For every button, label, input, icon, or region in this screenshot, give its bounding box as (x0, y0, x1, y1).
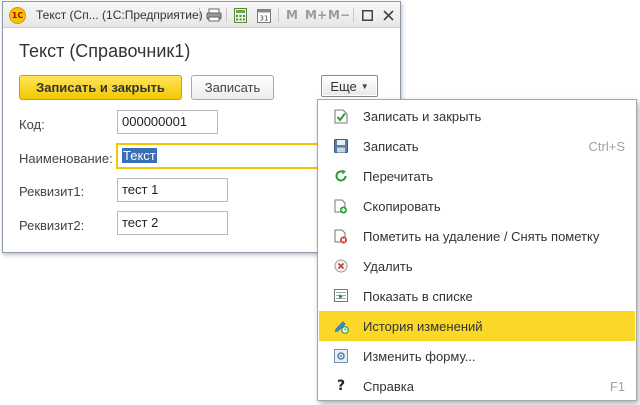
attr1-label: Реквизит1: (19, 184, 85, 199)
window-titlebar[interactable]: 1С Текст (Сп... (1С:Предприятие) 31 M M+… (3, 2, 400, 28)
menu-item-label: Изменить форму... (363, 348, 476, 364)
menu-item-label: Записать и закрыть (363, 108, 482, 124)
app-logo-icon[interactable]: 1С (9, 7, 26, 24)
delete-icon (333, 258, 349, 274)
help-icon: ? (336, 378, 346, 394)
memory-minus-button[interactable]: M− (328, 7, 350, 23)
name-label: Наименование: (19, 151, 113, 166)
menu-item-label: Пометить на удаление / Снять пометку (363, 228, 600, 244)
menu-item-label: Показать в списке (363, 288, 473, 304)
mark-delete-icon (333, 228, 349, 244)
menu-item-shortcut: F1 (609, 378, 625, 394)
chevron-down-icon: ▼ (360, 81, 369, 91)
save-close-icon (333, 108, 349, 124)
show-in-list-icon (333, 288, 349, 304)
attr2-input[interactable]: тест 2 (117, 211, 228, 235)
toolbar-separator (353, 8, 354, 22)
name-input[interactable]: Текст (117, 144, 347, 168)
more-actions-menu: Записать и закрыть Записать Ctrl+S Переч… (317, 99, 637, 401)
menu-item-save[interactable]: Записать Ctrl+S (319, 131, 635, 161)
memory-plus-button[interactable]: M+ (305, 7, 327, 23)
menu-item-edit-form[interactable]: Изменить форму... (319, 341, 635, 371)
window-title: Текст (Сп... (1С:Предприятие) (36, 8, 203, 22)
save-button[interactable]: Записать (191, 75, 274, 100)
menu-item-help[interactable]: ? Справка F1 (319, 371, 635, 401)
menu-item-change-history[interactable]: История изменений (319, 311, 635, 341)
menu-item-label: История изменений (363, 318, 483, 334)
menu-item-show-in-list[interactable]: Показать в списке (319, 281, 635, 311)
menu-item-label: Удалить (363, 258, 413, 274)
menu-item-mark-deletion[interactable]: Пометить на удаление / Снять пометку (319, 221, 635, 251)
toolbar-separator (199, 8, 200, 22)
toolbar-separator (278, 8, 279, 22)
calendar-day: 31 (260, 14, 269, 22)
menu-item-copy[interactable]: Скопировать (319, 191, 635, 221)
code-label: Код: (19, 117, 45, 132)
close-icon[interactable] (381, 7, 395, 23)
menu-item-label: Записать (363, 138, 419, 154)
calculator-icon[interactable] (233, 7, 247, 23)
edit-form-icon (333, 348, 349, 364)
more-button-label: Еще (330, 78, 357, 94)
calendar-icon[interactable]: 31 (257, 7, 271, 23)
attr2-label: Реквизит2: (19, 218, 85, 233)
menu-item-label: Перечитать (363, 168, 434, 184)
memory-m-button[interactable]: M (286, 7, 298, 23)
history-icon (333, 318, 349, 334)
menu-item-label: Скопировать (363, 198, 441, 214)
code-input[interactable]: 000000001 (117, 110, 218, 134)
form-title: Текст (Справочник1) (19, 41, 191, 61)
menu-item-label: Справка (363, 378, 414, 394)
attr1-input[interactable]: тест 1 (117, 178, 228, 202)
menu-item-shortcut: Ctrl+S (588, 138, 625, 154)
more-actions-button[interactable]: Еще ▼ (321, 75, 378, 97)
floppy-icon (333, 138, 349, 154)
maximize-icon[interactable] (360, 7, 374, 23)
refresh-icon (333, 168, 349, 184)
menu-item-reread[interactable]: Перечитать (319, 161, 635, 191)
menu-item-save-and-close[interactable]: Записать и закрыть (319, 101, 635, 131)
copy-icon (333, 198, 349, 214)
name-input-selected-text: Текст (122, 148, 157, 163)
save-and-close-button[interactable]: Записать и закрыть (19, 75, 182, 100)
menu-item-delete[interactable]: Удалить (319, 251, 635, 281)
print-icon[interactable] (206, 7, 222, 23)
toolbar-separator (226, 8, 227, 22)
